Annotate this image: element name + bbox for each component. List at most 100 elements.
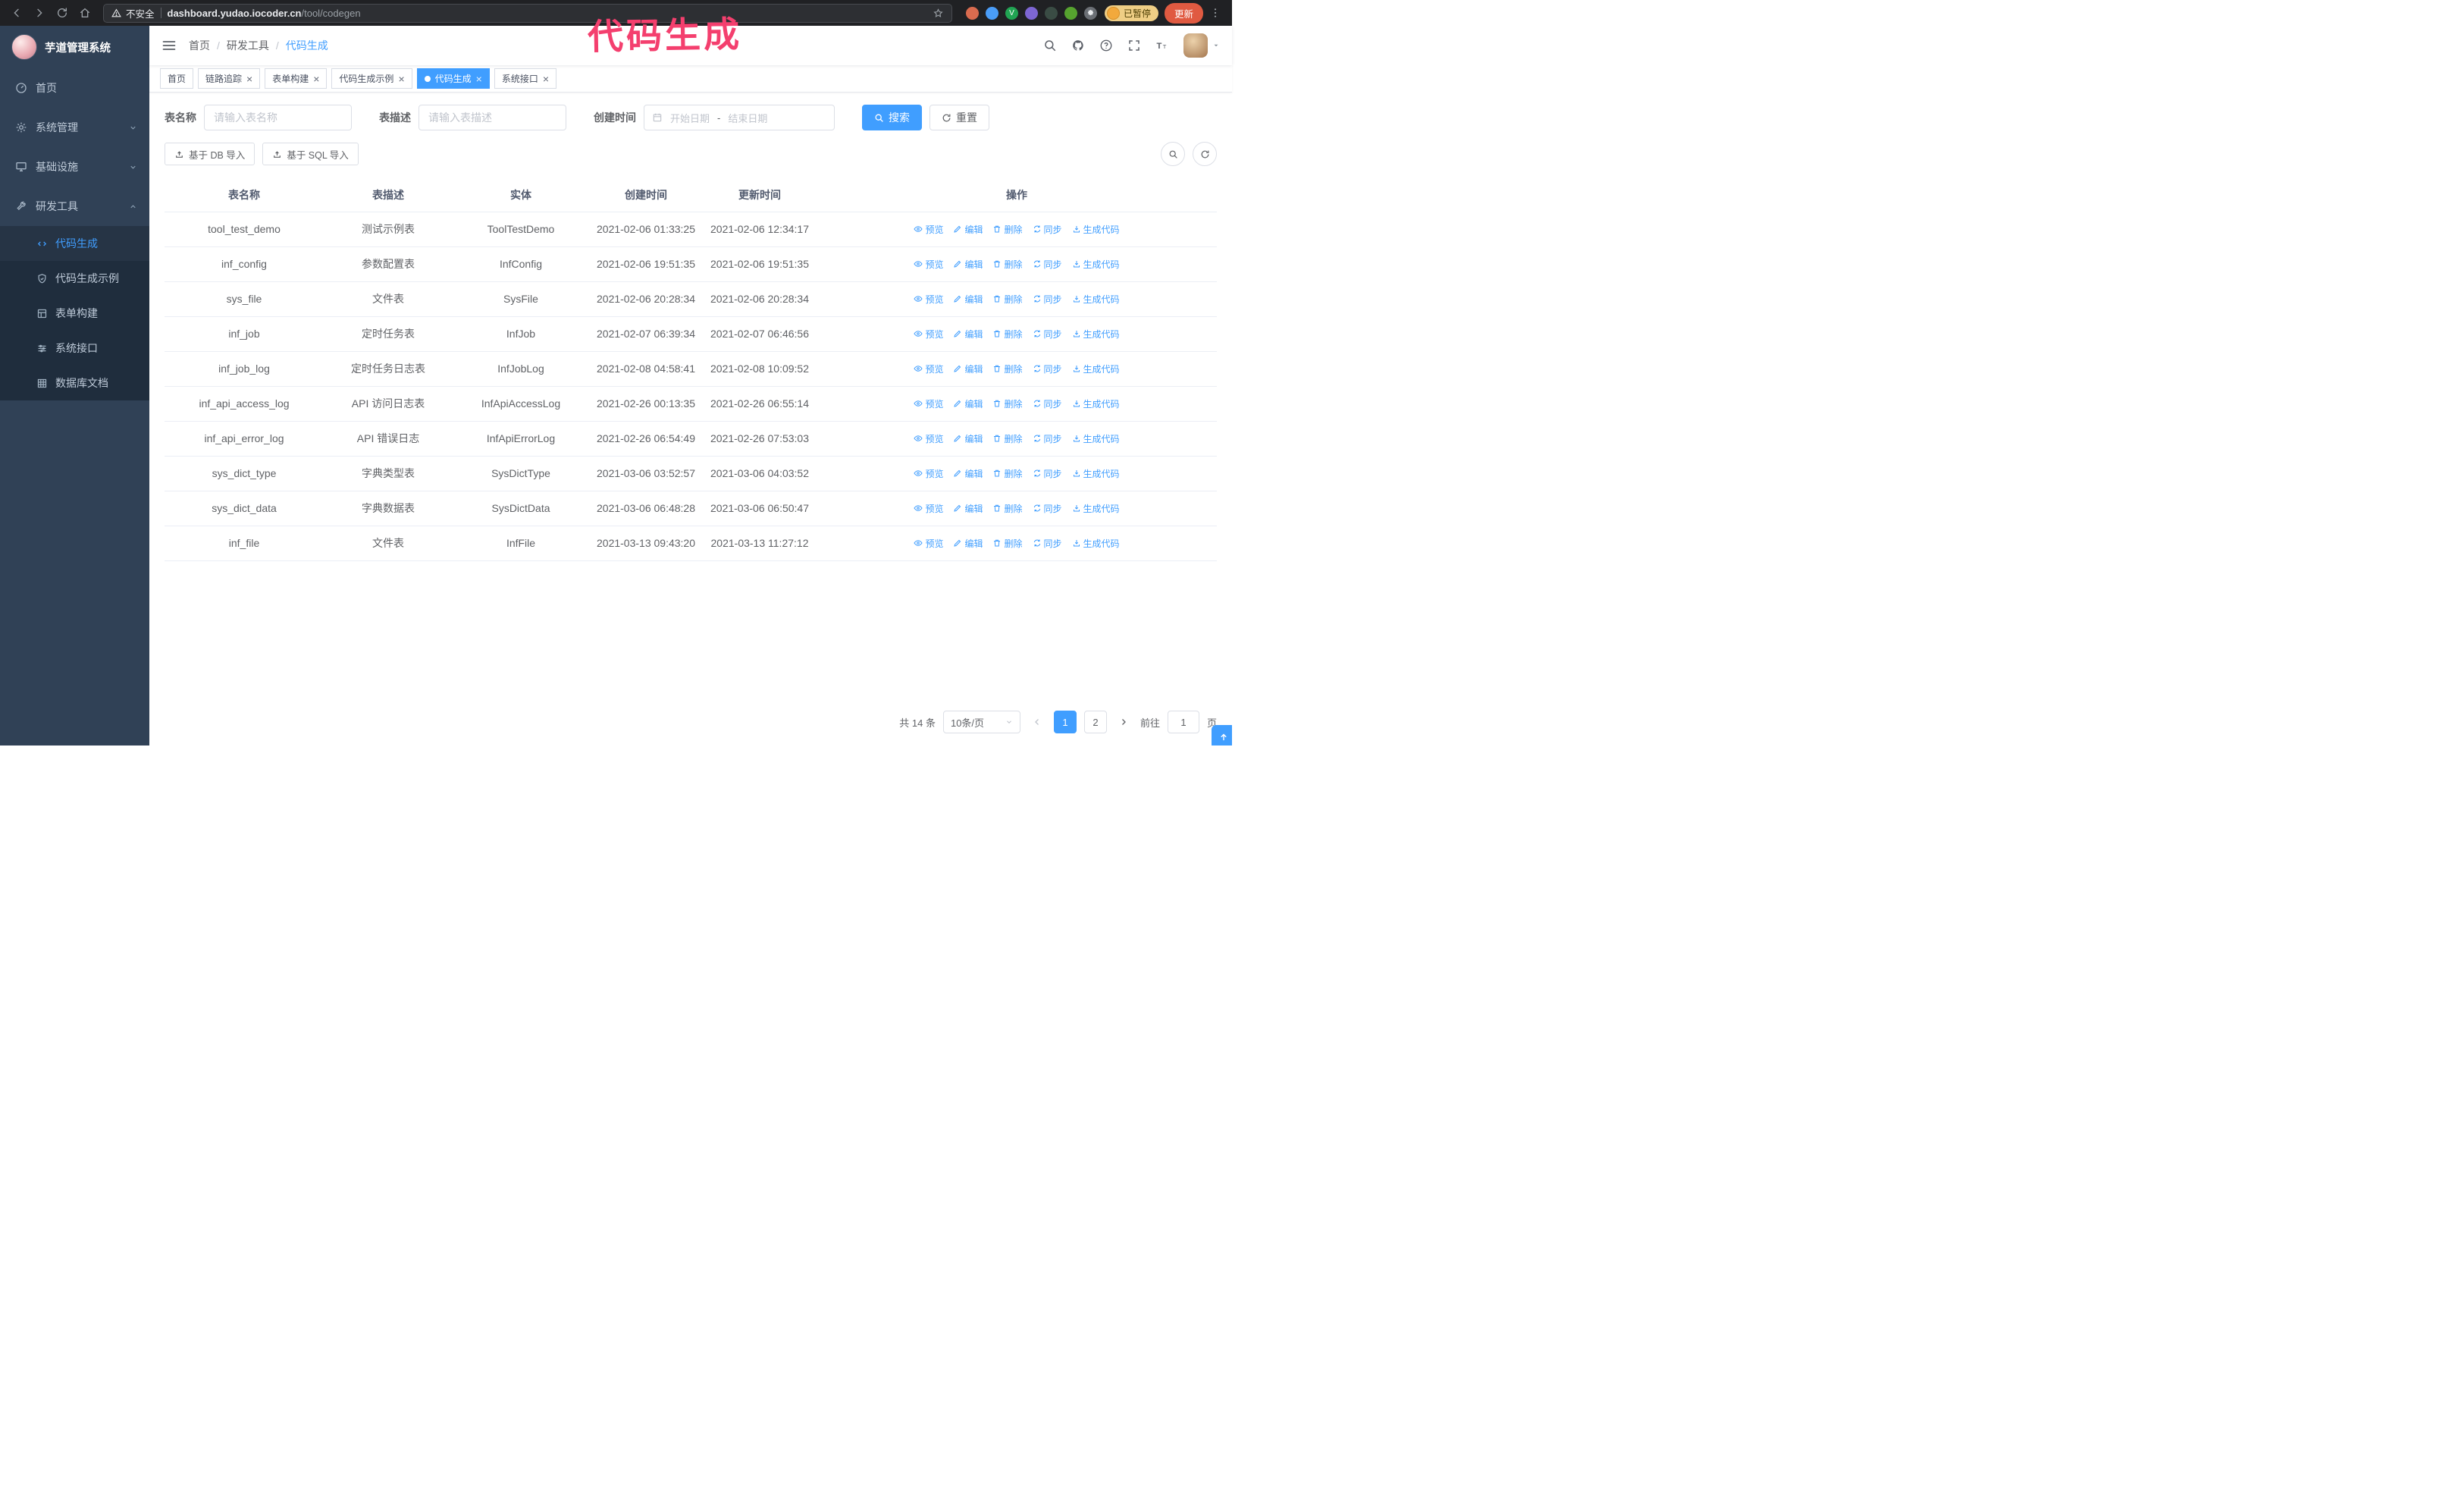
preview-link[interactable]: 预览 [914,258,943,271]
preview-link[interactable]: 预览 [914,502,943,515]
preview-link[interactable]: 预览 [914,397,943,410]
extension-icon[interactable] [965,6,979,20]
sync-link[interactable]: 同步 [1033,293,1062,306]
date-range-picker[interactable]: 开始日期 - 结束日期 [644,105,835,130]
github-icon[interactable] [1071,39,1085,52]
tag-close-icon[interactable]: × [313,74,319,84]
extension-icon[interactable] [1044,6,1058,20]
sidebar-logo[interactable]: 芋道管理系统 [0,26,149,68]
preview-link[interactable]: 预览 [914,328,943,341]
puzzle-extensions-icon[interactable] [1083,6,1097,20]
table-desc-input[interactable] [419,105,566,130]
back-to-top-button[interactable] [1212,725,1232,746]
tag-close-icon[interactable]: × [246,74,252,84]
sidebar-item-devtools[interactable]: 研发工具 [0,187,149,226]
fullscreen-icon[interactable] [1127,39,1141,52]
extension-icon[interactable] [1064,6,1077,20]
sync-link[interactable]: 同步 [1033,328,1062,341]
sync-link[interactable]: 同步 [1033,223,1062,236]
preview-link[interactable]: 预览 [914,432,943,445]
edit-link[interactable]: 编辑 [953,363,983,375]
sync-link[interactable]: 同步 [1033,397,1062,410]
bookmark-star-icon[interactable] [933,8,944,19]
import-sql-button[interactable]: 基于 SQL 导入 [262,143,359,165]
font-size-icon[interactable]: TT [1155,39,1169,52]
refresh-table-button[interactable] [1193,142,1217,166]
toggle-search-button[interactable] [1161,142,1185,166]
address-bar[interactable]: 不安全 dashboard.yudao.iocoder.cn/tool/code… [103,3,952,23]
delete-link[interactable]: 删除 [992,223,1023,236]
delete-link[interactable]: 删除 [992,258,1023,271]
preview-link[interactable]: 预览 [914,293,943,306]
page-size-select[interactable]: 10条/页 [942,711,1020,733]
generate-code-link[interactable]: 生成代码 [1072,363,1120,375]
tag-close-icon[interactable]: × [543,74,549,84]
edit-link[interactable]: 编辑 [953,258,983,271]
sync-link[interactable]: 同步 [1033,467,1062,480]
extension-icon[interactable] [1024,6,1038,20]
delete-link[interactable]: 删除 [992,502,1023,515]
search-icon[interactable] [1043,39,1057,52]
generate-code-link[interactable]: 生成代码 [1072,432,1120,445]
user-menu[interactable] [1183,33,1220,58]
page-button-2[interactable]: 2 [1083,711,1107,733]
preview-link[interactable]: 预览 [914,363,943,375]
help-icon[interactable] [1099,39,1113,52]
sidebar-subitem-codegen[interactable]: 代码生成 [0,226,149,261]
browser-back-button[interactable] [6,2,27,24]
edit-link[interactable]: 编辑 [953,537,983,550]
sidebar-item-system[interactable]: 系统管理 [0,108,149,147]
goto-page-input[interactable] [1167,711,1199,733]
browser-home-button[interactable] [74,2,96,24]
next-page-button[interactable] [1114,711,1133,733]
preview-link[interactable]: 预览 [914,467,943,480]
security-chip[interactable]: 不安全 [111,6,155,20]
sidebar-toggle-icon[interactable] [161,38,177,53]
sidebar-item-infra[interactable]: 基础设施 [0,147,149,187]
extension-icon[interactable]: V [1005,6,1018,20]
edit-link[interactable]: 编辑 [953,223,983,236]
search-button[interactable]: 搜索 [862,105,922,130]
edit-link[interactable]: 编辑 [953,467,983,480]
browser-reload-button[interactable] [52,2,73,24]
delete-link[interactable]: 删除 [992,397,1023,410]
preview-link[interactable]: 预览 [914,537,943,550]
edit-link[interactable]: 编辑 [953,293,983,306]
breadcrumb-item[interactable]: 研发工具 [227,38,269,53]
tag-item[interactable]: 首页 [160,68,194,89]
tag-item[interactable]: 链路追踪 × [198,68,261,89]
sidebar-subitem-system-api[interactable]: 系统接口 [0,331,149,366]
browser-update-button[interactable]: 更新 [1164,2,1203,24]
delete-link[interactable]: 删除 [992,467,1023,480]
profile-paused-chip[interactable]: 已暂停 [1104,5,1158,21]
breadcrumb-item[interactable]: 首页 [189,38,210,53]
prev-page-button[interactable] [1028,711,1046,733]
tag-close-icon[interactable]: × [398,74,404,84]
generate-code-link[interactable]: 生成代码 [1072,328,1120,341]
edit-link[interactable]: 编辑 [953,432,983,445]
table-name-input[interactable] [204,105,352,130]
browser-forward-button[interactable] [29,2,50,24]
tag-item[interactable]: 系统接口 × [494,68,557,89]
tag-item[interactable]: 代码生成示例 × [331,68,412,89]
sync-link[interactable]: 同步 [1033,363,1062,375]
delete-link[interactable]: 删除 [992,432,1023,445]
delete-link[interactable]: 删除 [992,363,1023,375]
sync-link[interactable]: 同步 [1033,432,1062,445]
import-db-button[interactable]: 基于 DB 导入 [165,143,255,165]
generate-code-link[interactable]: 生成代码 [1072,223,1120,236]
reset-button[interactable]: 重置 [929,105,989,130]
sync-link[interactable]: 同步 [1033,258,1062,271]
page-button-1[interactable]: 1 [1053,711,1077,733]
delete-link[interactable]: 删除 [992,328,1023,341]
sidebar-subitem-db-doc[interactable]: 数据库文档 [0,366,149,400]
sidebar-subitem-codegen-demo[interactable]: 代码生成示例 [0,261,149,296]
tag-close-icon[interactable]: × [476,74,482,84]
generate-code-link[interactable]: 生成代码 [1072,467,1120,480]
generate-code-link[interactable]: 生成代码 [1072,537,1120,550]
edit-link[interactable]: 编辑 [953,328,983,341]
browser-menu-icon[interactable] [1205,2,1226,24]
delete-link[interactable]: 删除 [992,537,1023,550]
preview-link[interactable]: 预览 [914,223,943,236]
generate-code-link[interactable]: 生成代码 [1072,293,1120,306]
